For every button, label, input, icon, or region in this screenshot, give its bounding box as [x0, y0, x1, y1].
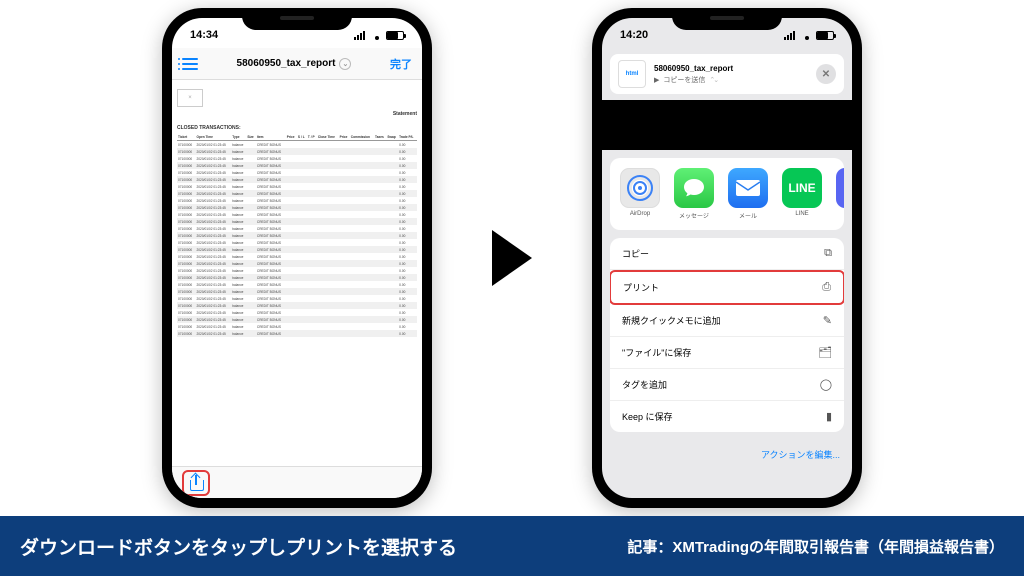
caption-main: ダウンロードボタンをタップしプリントを選択する: [20, 533, 457, 560]
action-タグを追加[interactable]: タグを追加 ◯: [610, 369, 844, 401]
share-actions-list: コピー ⧉ プリント ⎙ 新規クイックメモに追加 ✎ "ファイル"に保存 🗂 タグを追加 ◯ Kee…: [610, 238, 844, 432]
action-label: "ファイル"に保存: [622, 346, 691, 359]
doc-title: 58060950_tax_report: [237, 58, 336, 69]
section-title: CLOSED TRANSACTIONS:: [177, 125, 417, 131]
share-icon[interactable]: [189, 475, 203, 491]
battery-icon: [386, 31, 404, 40]
table-row: 071000002020/01/02 01:23:45balanceCREDIT…: [177, 176, 417, 183]
table-row: 071000002020/01/02 01:23:45balanceCREDIT…: [177, 239, 417, 246]
table-row: 071000002020/01/02 01:23:45balanceCREDIT…: [177, 232, 417, 239]
screen-right: 14:20 html 58060950_tax_report ▶コピーを送信⌃⌄…: [602, 18, 852, 498]
table-row: 071000002020/01/02 01:23:45balanceCREDIT…: [177, 218, 417, 225]
report-body[interactable]: × Statement CLOSED TRANSACTIONS: TicketO…: [172, 80, 422, 466]
phone-right: 14:20 html 58060950_tax_report ▶コピーを送信⌃⌄…: [592, 8, 862, 508]
table-row: 071000002020/01/02 01:23:45balanceCREDIT…: [177, 141, 417, 149]
table-row: 071000002020/01/02 01:23:45balanceCREDIT…: [177, 148, 417, 155]
table-row: 071000002020/01/02 01:23:45balanceCREDIT…: [177, 274, 417, 281]
action-icon: ✎: [823, 314, 832, 327]
action-icon: 🗂: [818, 346, 832, 359]
table-row: 071000002020/01/02 01:23:45balanceCREDIT…: [177, 267, 417, 274]
table-row: 071000002020/01/02 01:23:45balanceCREDIT…: [177, 183, 417, 190]
transactions-table: TicketOpen TimeTypeSizeItemPriceS / LT /…: [177, 134, 417, 337]
action-icon: ⧉: [824, 247, 832, 260]
clock: 14:34: [190, 29, 218, 41]
share-apps-row[interactable]: AirDropメッセージメールLINELINED: [610, 158, 844, 230]
table-row: 071000002020/01/02 01:23:45balanceCREDIT…: [177, 197, 417, 204]
signal-icon: [354, 31, 368, 40]
share-app-discord[interactable]: D: [832, 168, 844, 220]
action-label: Keep に保存: [622, 410, 673, 423]
notch: [242, 8, 352, 30]
stage: 14:34 58060950_tax_report ⌄ 完了 × Stateme…: [0, 0, 1024, 516]
action-icon: ▮: [826, 410, 832, 423]
close-icon[interactable]: ✕: [816, 64, 836, 84]
caption-sub: 記事：XMTradingの年間取引報告書（年間損益報告書）: [627, 536, 1004, 557]
preview-band: [602, 100, 852, 150]
table-row: 071000002020/01/02 01:23:45balanceCREDIT…: [177, 190, 417, 197]
table-row: 071000002020/01/02 01:23:45balanceCREDIT…: [177, 162, 417, 169]
action-プリント[interactable]: プリント ⎙: [610, 270, 844, 305]
table-row: 071000002020/01/02 01:23:45balanceCREDIT…: [177, 169, 417, 176]
share-app-line[interactable]: LINELINE: [778, 168, 826, 220]
wifi-icon: [801, 31, 813, 40]
table-row: 071000002020/01/02 01:23:45balanceCREDIT…: [177, 323, 417, 330]
table-row: 071000002020/01/02 01:23:45balanceCREDIT…: [177, 246, 417, 253]
table-row: 071000002020/01/02 01:23:45balanceCREDIT…: [177, 260, 417, 267]
action-label: プリント: [623, 281, 659, 294]
action-icon: ⎙: [822, 281, 831, 294]
phone-left: 14:34 58060950_tax_report ⌄ 完了 × Stateme…: [162, 8, 432, 508]
table-row: 071000002020/01/02 01:23:45balanceCREDIT…: [177, 225, 417, 232]
action-label: コピー: [622, 247, 649, 260]
arrow-icon: [492, 230, 532, 286]
action-コピー[interactable]: コピー ⧉: [610, 238, 844, 270]
table-row: 071000002020/01/02 01:23:45balanceCREDIT…: [177, 309, 417, 316]
statement-label: Statement: [177, 111, 417, 117]
toolbar-bottom: [172, 466, 422, 498]
list-icon[interactable]: [182, 58, 198, 70]
table-row: 071000002020/01/02 01:23:45balanceCREDIT…: [177, 316, 417, 323]
table-row: 071000002020/01/02 01:23:45balanceCREDIT…: [177, 204, 417, 211]
screen-left: 14:34 58060950_tax_report ⌄ 完了 × Stateme…: [172, 18, 422, 498]
action-icon: ◯: [820, 378, 832, 391]
nav-bar: 58060950_tax_report ⌄ 完了: [172, 48, 422, 80]
table-row: 071000002020/01/02 01:23:45balanceCREDIT…: [177, 211, 417, 218]
action-label: タグを追加: [622, 378, 667, 391]
notch: [672, 8, 782, 30]
action-Keep に保存[interactable]: Keep に保存 ▮: [610, 401, 844, 432]
battery-icon: [816, 31, 834, 40]
wifi-icon: [371, 31, 383, 40]
table-row: 071000002020/01/02 01:23:45balanceCREDIT…: [177, 302, 417, 309]
table-row: 071000002020/01/02 01:23:45balanceCREDIT…: [177, 288, 417, 295]
table-row: 071000002020/01/02 01:23:45balanceCREDIT…: [177, 330, 417, 337]
table-row: 071000002020/01/02 01:23:45balanceCREDIT…: [177, 155, 417, 162]
edit-actions-link[interactable]: アクションを編集...: [602, 440, 852, 469]
share-sheet-header: html 58060950_tax_report ▶コピーを送信⌃⌄ ✕: [610, 54, 844, 94]
html-badge: html: [618, 60, 646, 88]
share-app-airdrop[interactable]: AirDrop: [616, 168, 664, 220]
chevron-down-icon[interactable]: ⌄: [339, 58, 351, 70]
table-row: 071000002020/01/02 01:23:45balanceCREDIT…: [177, 281, 417, 288]
signal-icon: [784, 31, 798, 40]
action-"ファイル"に保存[interactable]: "ファイル"に保存 🗂: [610, 337, 844, 369]
caption-banner: ダウンロードボタンをタップしプリントを選択する 記事：XMTradingの年間取…: [0, 516, 1024, 576]
copy-send-selector[interactable]: ▶コピーを送信⌃⌄: [654, 75, 808, 85]
logo-placeholder: ×: [177, 89, 203, 107]
clock: 14:20: [620, 29, 648, 41]
share-highlight: [182, 470, 210, 496]
share-doc-title: 58060950_tax_report: [654, 64, 808, 73]
table-row: 071000002020/01/02 01:23:45balanceCREDIT…: [177, 295, 417, 302]
action-新規クイックメモに追加[interactable]: 新規クイックメモに追加 ✎: [610, 305, 844, 337]
share-app-mail[interactable]: メール: [724, 168, 772, 220]
done-button[interactable]: 完了: [390, 56, 412, 72]
share-app-msg[interactable]: メッセージ: [670, 168, 718, 220]
action-label: 新規クイックメモに追加: [622, 314, 721, 327]
table-row: 071000002020/01/02 01:23:45balanceCREDIT…: [177, 253, 417, 260]
